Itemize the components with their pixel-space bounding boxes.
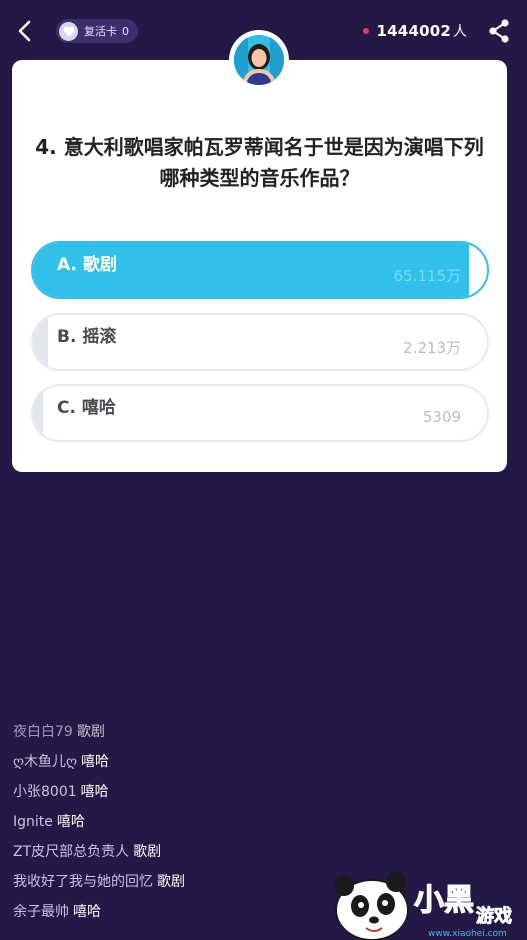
watermark-logo: 小黑 游戏 www.xiaohei.com	[330, 866, 525, 940]
chat-username: 夜白白79	[13, 724, 73, 740]
chat-line: 小张8001 嘻哈	[13, 780, 373, 810]
chat-line: 余子最帅 嘻哈	[13, 900, 373, 930]
revive-card-badge[interactable]: 复活卡 0	[56, 19, 138, 43]
back-button[interactable]	[10, 14, 38, 48]
chat-message: 嘻哈	[56, 814, 85, 830]
option-c-label: C. 嘻哈	[57, 398, 116, 418]
live-dot-icon	[362, 28, 369, 34]
heart-icon	[59, 21, 78, 41]
option-c-fill	[33, 386, 43, 440]
share-button[interactable]	[487, 18, 511, 44]
host-avatar-image	[234, 35, 284, 85]
chat-username: 小张8001	[13, 784, 77, 800]
option-c[interactable]: C. 嘻哈 5309	[31, 384, 489, 442]
chat-username: ღ木鱼儿ღ	[13, 754, 78, 770]
online-counter: 1444002 人	[362, 20, 467, 42]
chat-message: 歌剧	[76, 724, 105, 740]
panda-icon: 小黑 游戏 www.xiaohei.com	[334, 872, 512, 940]
chat-line: ZT皮尺部总负责人 歌剧	[13, 840, 373, 870]
chevron-left-icon	[18, 20, 31, 42]
chat-message: 嘻哈	[81, 754, 110, 770]
option-b-count: 2.213万	[403, 339, 461, 357]
chat-username: 余子最帅	[13, 904, 69, 920]
chat-username: ZT皮尺部总负责人	[13, 844, 130, 860]
svg-text:小黑: 小黑	[414, 883, 474, 918]
question-card: 4. 意大利歌唱家帕瓦罗蒂闻名于世是因为演唱下列哪种类型的音乐作品？ A. 歌剧…	[12, 60, 507, 472]
question-text: 4. 意大利歌唱家帕瓦罗蒂闻名于世是因为演唱下列哪种类型的音乐作品？	[35, 135, 484, 190]
chat-line: Ignite 嘻哈	[13, 810, 373, 840]
chat-username: Ignite	[13, 814, 53, 830]
option-a[interactable]: A. 歌剧 65.115万	[31, 241, 489, 299]
chat-line: 夜白白79 歌剧	[13, 720, 373, 750]
option-b-label: B. 摇滚	[57, 327, 117, 347]
option-a-label: A. 歌剧	[57, 255, 117, 275]
host-avatar	[229, 30, 289, 90]
chat-message: 嘻哈	[80, 784, 109, 800]
share-icon	[489, 19, 509, 43]
chat-username: 我收好了我与她的回忆	[13, 874, 153, 890]
chat-feed: 夜白白79 歌剧 ღ木鱼儿ღ 嘻哈 小张8001 嘻哈 Ignite 嘻哈 ZT皮尺部总…	[13, 720, 373, 930]
online-unit: 人	[453, 24, 467, 40]
chat-message: 嘻哈	[73, 904, 101, 920]
option-b-fill	[33, 315, 49, 369]
option-c-count: 5309	[422, 408, 461, 426]
revive-card-count: 0	[122, 24, 129, 38]
chat-line: ღ木鱼儿ღ 嘻哈	[13, 750, 373, 780]
chat-line: 我收好了我与她的回忆 歌剧	[13, 870, 373, 900]
svg-text:www.xiaohei.com: www.xiaohei.com	[428, 929, 507, 939]
chat-message: 歌剧	[157, 874, 185, 890]
chat-message: 歌剧	[133, 844, 162, 860]
online-count: 1444002	[376, 22, 451, 40]
option-b[interactable]: B. 摇滚 2.213万	[31, 313, 489, 371]
option-a-count: 65.115万	[393, 267, 462, 285]
revive-card-label: 复活卡	[84, 25, 117, 38]
svg-text:游戏: 游戏	[476, 905, 512, 927]
